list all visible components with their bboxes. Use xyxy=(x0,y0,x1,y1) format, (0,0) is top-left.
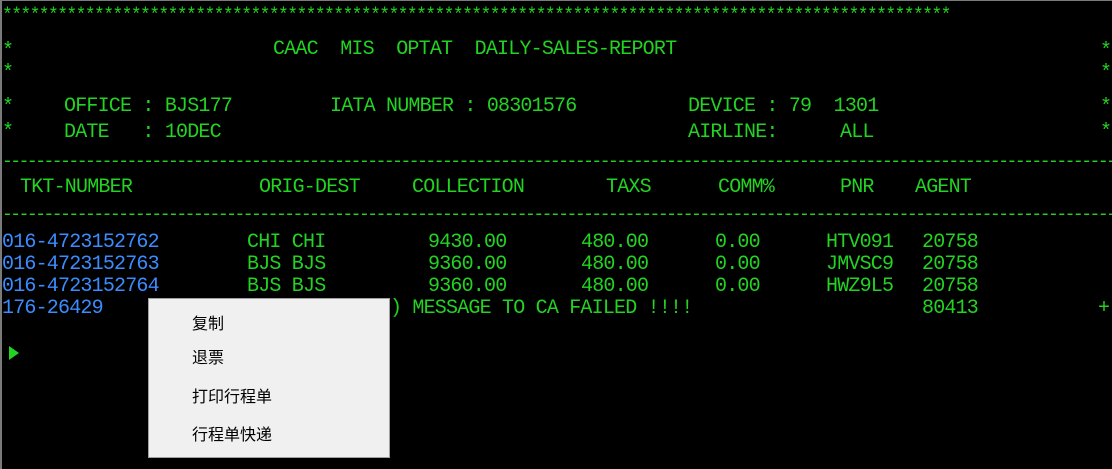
header-comm: COMM% xyxy=(718,176,775,199)
iata-number-label: IATA NUMBER : 08301576 xyxy=(330,95,577,118)
left-star: * xyxy=(2,96,14,119)
collection-cell: 9360.00 xyxy=(428,253,507,276)
header-agent: AGENT xyxy=(915,176,972,199)
divider-line: ----------------------------------------… xyxy=(2,205,1112,225)
ticket-number[interactable]: 016-4723152762 xyxy=(2,232,160,254)
menu-item-print-itinerary[interactable]: 打印行程单 xyxy=(150,382,388,412)
header-pnr: PNR xyxy=(840,176,874,199)
menu-item-itinerary-express[interactable]: 行程单快递 xyxy=(150,420,388,450)
error-message: ) MESSAGE TO CA FAILED !!!! xyxy=(390,297,693,320)
airline-value: ALL xyxy=(840,121,874,144)
divider-line: ----------------------------------------… xyxy=(2,152,1112,172)
pnr-cell: JMVSC9 xyxy=(826,253,894,276)
taxs-cell: 480.00 xyxy=(581,275,649,298)
ticket-number[interactable]: 176-26429 xyxy=(2,298,104,320)
context-menu: 复制 退票 打印行程单 行程单快递 xyxy=(148,298,390,458)
ticket-number[interactable]: 016-4723152763 xyxy=(2,254,160,276)
comm-cell: 0.00 xyxy=(715,253,761,276)
left-star: * xyxy=(2,40,14,63)
taxs-cell: 480.00 xyxy=(581,231,649,254)
ticket-number[interactable]: 016-4723152764 xyxy=(2,276,160,298)
menu-item-refund[interactable]: 退票 xyxy=(150,343,388,373)
header-tkt-number: TKT-NUMBER xyxy=(20,176,133,199)
orig-dest-cell: CHI CHI xyxy=(247,231,326,254)
pnr-cell: HWZ9L5 xyxy=(826,275,894,298)
header-collection: COLLECTION xyxy=(412,176,525,199)
agent-cell: 20758 xyxy=(922,275,979,298)
right-star: * xyxy=(1100,96,1112,119)
collection-cell: 9360.00 xyxy=(428,275,507,298)
pnr-cell: HTV091 xyxy=(826,231,894,254)
cursor-arrow-icon xyxy=(9,346,19,360)
orig-dest-cell: BJS BJS xyxy=(247,253,326,276)
office-label: OFFICE : BJS177 xyxy=(64,95,233,118)
left-star: * xyxy=(2,62,14,85)
orig-dest-cell: BJS BJS xyxy=(247,275,326,298)
agent-cell: 80413 xyxy=(922,297,979,320)
comm-cell: 0.00 xyxy=(715,275,761,298)
terminal-window[interactable]: ****************************************… xyxy=(0,0,1112,469)
agent-cell: 20758 xyxy=(922,253,979,276)
right-star: * xyxy=(1100,62,1112,85)
menu-item-copy[interactable]: 复制 xyxy=(150,309,388,339)
header-taxs: TAXS xyxy=(606,176,652,199)
header-orig-dest: ORIG-DEST xyxy=(259,176,361,199)
date-label: DATE : 10DEC xyxy=(64,121,222,144)
left-star: * xyxy=(2,121,14,144)
agent-cell: 20758 xyxy=(922,231,979,254)
comm-cell: 0.00 xyxy=(715,231,761,254)
airline-label: AIRLINE: xyxy=(688,121,778,144)
taxs-cell: 480.00 xyxy=(581,253,649,276)
report-title: CAAC MIS OPTAT DAILY-SALES-REPORT xyxy=(273,38,677,61)
right-star: * xyxy=(1100,40,1112,63)
top-star-border: ****************************************… xyxy=(2,6,951,26)
continuation-plus: + xyxy=(1098,297,1110,320)
right-star: * xyxy=(1100,121,1112,144)
device-label: DEVICE : 79 1301 xyxy=(688,95,879,118)
collection-cell: 9430.00 xyxy=(428,231,507,254)
